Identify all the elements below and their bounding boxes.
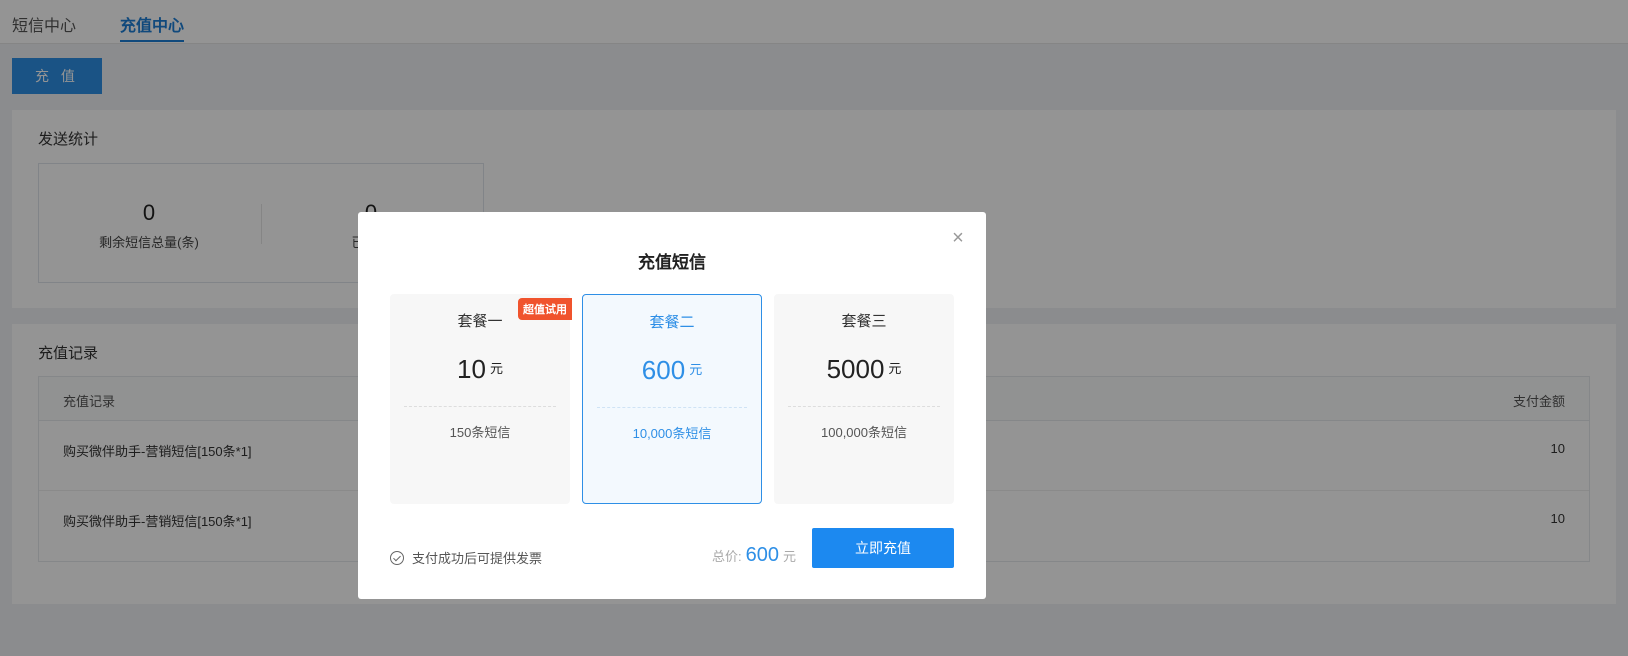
plan-card-1[interactable]: 超值试用 套餐一 10 元 150条短信 — [390, 294, 572, 504]
plan-name: 套餐三 — [841, 313, 887, 330]
plan-price: 10 元 — [390, 354, 570, 385]
total-label: 总价: — [711, 549, 742, 564]
plan-price: 600 元 — [583, 355, 761, 386]
plan-price-value: 5000 — [826, 354, 885, 384]
plan-name: 套餐二 — [649, 314, 695, 331]
plan-price-unit: 元 — [489, 361, 503, 376]
total-unit: 元 — [782, 549, 796, 564]
total-value: 600 — [745, 544, 779, 566]
plan-sms-count: 100,000条短信 — [821, 425, 907, 440]
pay-now-button[interactable]: 立即充值 — [812, 528, 954, 568]
plan-price-value: 600 — [641, 355, 686, 385]
plan-divider — [404, 406, 556, 407]
plan-price-unit: 元 — [689, 362, 703, 377]
modal-title: 充值短信 — [638, 253, 706, 272]
recharge-sms-modal: × 充值短信 超值试用 套餐一 10 元 150条短信 套餐二 600 元 10,0… — [358, 212, 986, 599]
plan-card-2[interactable]: 套餐二 600 元 10,000条短信 — [582, 294, 762, 504]
plan-name: 套餐一 — [457, 313, 503, 330]
plan-divider — [788, 406, 940, 407]
plan-divider — [597, 407, 747, 408]
plan-sms-count: 150条短信 — [449, 425, 511, 440]
total-price: 总价: 600 元 — [712, 544, 796, 567]
plan-price-value: 10 — [457, 354, 486, 384]
plan-price: 5000 元 — [774, 354, 954, 385]
plan-card-3[interactable]: 套餐三 5000 元 100,000条短信 — [774, 294, 954, 504]
close-icon[interactable]: × — [948, 228, 968, 248]
plan-price-unit: 元 — [888, 361, 902, 376]
invoice-note: 支付成功后可提供发票 — [390, 548, 542, 567]
plan-sms-count: 10,000条短信 — [632, 426, 712, 441]
invoice-text: 支付成功后可提供发票 — [412, 551, 543, 566]
check-circle-icon — [390, 550, 404, 565]
